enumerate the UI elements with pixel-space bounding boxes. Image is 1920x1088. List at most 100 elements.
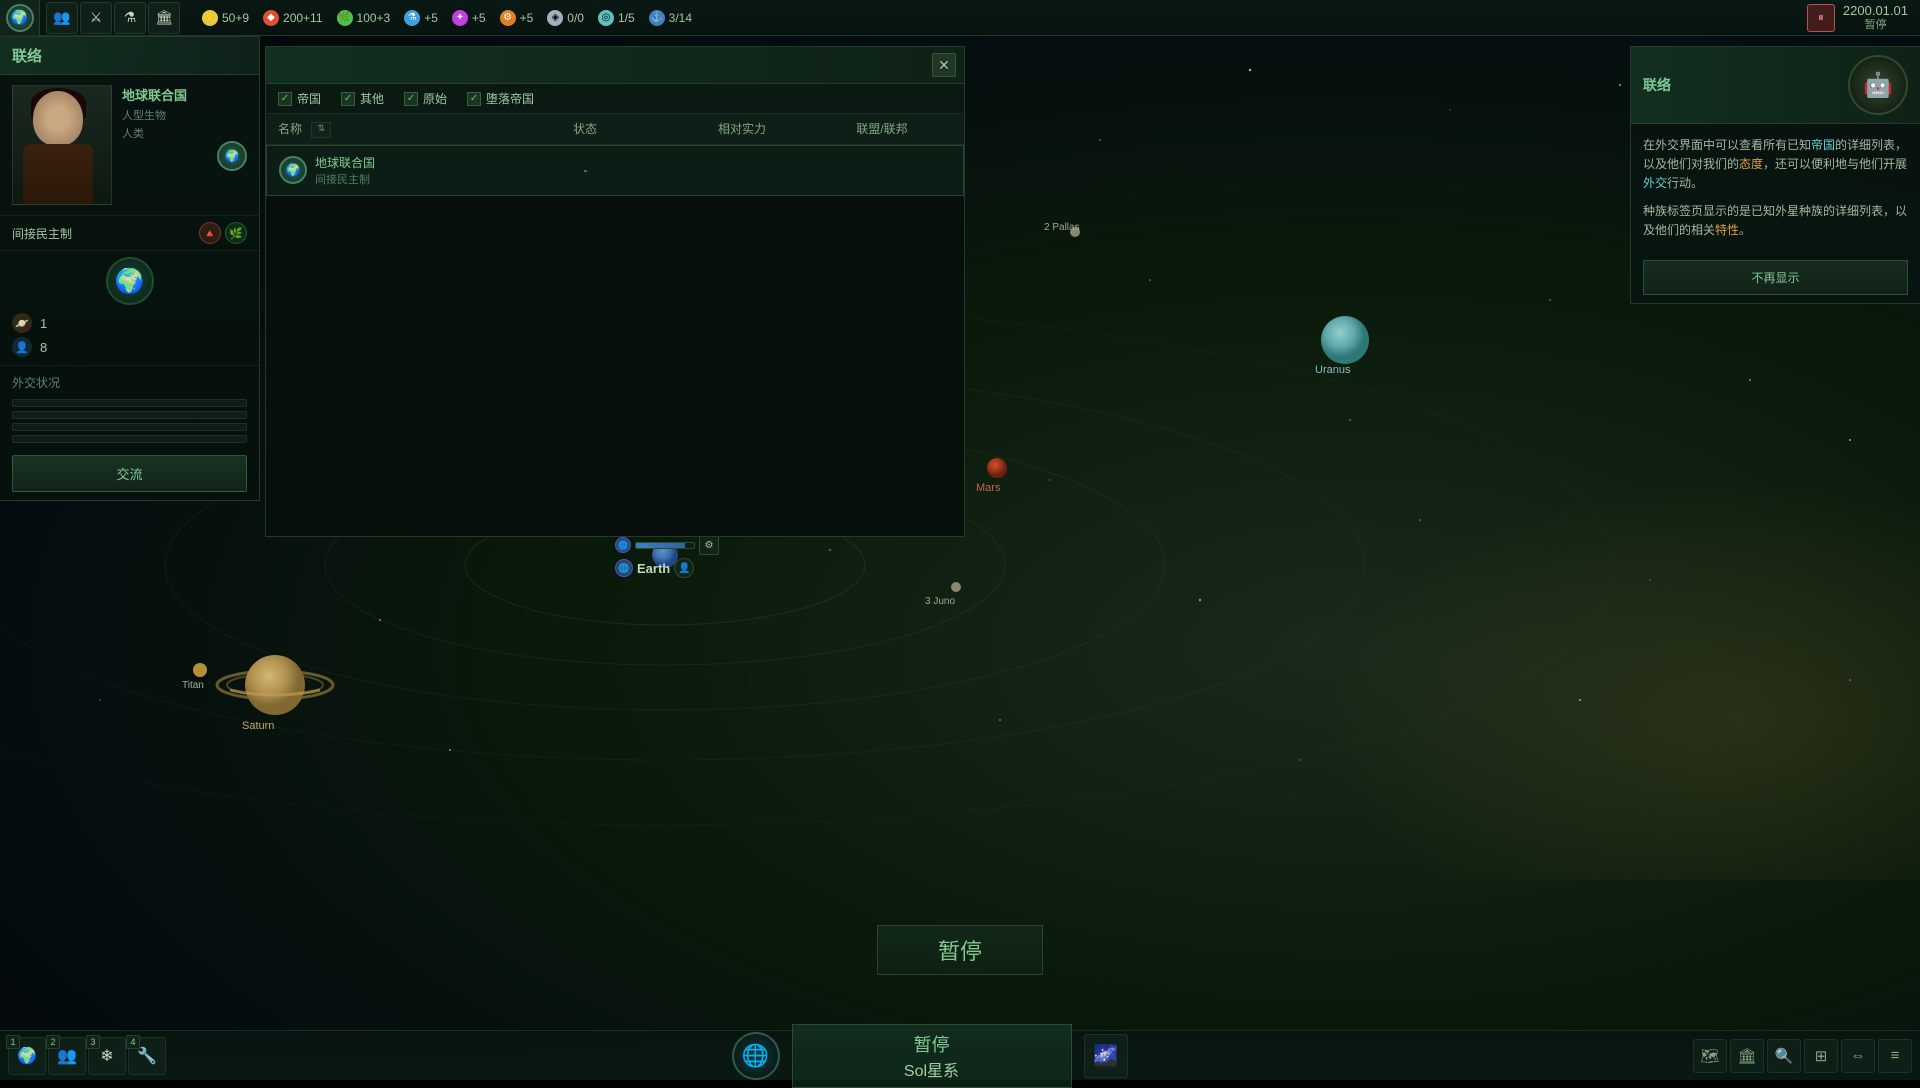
fleet-icon: ⚓ xyxy=(649,10,665,26)
filter-fallen[interactable]: 堕落帝国 xyxy=(467,90,534,107)
tab-badge-4: 4 xyxy=(126,1035,140,1049)
close-button[interactable]: ✕ xyxy=(932,53,956,77)
science-value: +5 xyxy=(424,11,438,25)
icon-technology[interactable]: ⚗ xyxy=(114,2,146,34)
government-section: 间接民主制 🔺 🌿 xyxy=(0,216,259,251)
minerals-resource: ◆ 200+11 xyxy=(263,10,323,26)
system-name: Sol星系 xyxy=(904,1063,959,1080)
row-gov-name: 间接民主制 xyxy=(315,171,500,187)
no-show-button[interactable]: 不再显示 xyxy=(1643,260,1908,295)
influence-resource: ✦ +5 xyxy=(452,10,486,26)
alloys-icon: ◈ xyxy=(547,10,563,26)
filter-other[interactable]: 其他 xyxy=(341,90,384,107)
arrows-icon-button[interactable]: ⇔ xyxy=(1841,1039,1875,1073)
stat-planets: 🪐 1 xyxy=(12,311,247,335)
tab-button-3[interactable]: ❄ 3 xyxy=(88,1037,126,1075)
diplomacy-panel: ✕ 帝国 其他 原始 堕落帝国 名称 ⇅ 状态 相对实力 联盟/联邦 🌍 xyxy=(265,46,965,537)
empire-avatar xyxy=(12,85,112,205)
filter-bar: 帝国 其他 原始 堕落帝国 xyxy=(266,84,964,114)
tab-button-2[interactable]: 👥 2 xyxy=(48,1037,86,1075)
col-alliance: 联盟/联邦 xyxy=(812,120,952,138)
empire-flag-small[interactable]: 🌍 xyxy=(217,141,247,171)
icon-military[interactable]: ⚔ xyxy=(80,2,112,34)
science-icon: ⚗ xyxy=(404,10,420,26)
exchange-button[interactable]: 交流 xyxy=(12,455,247,492)
unity-icon: ⚙ xyxy=(500,10,516,26)
filter-other-checkbox[interactable] xyxy=(341,92,355,106)
tab-badge-3: 3 xyxy=(86,1035,100,1049)
planets-count: 1 xyxy=(40,316,47,331)
dip-bar-1 xyxy=(12,399,247,407)
food-value: 100+3 xyxy=(357,11,391,25)
system-globe-button[interactable]: 🌐 xyxy=(732,1032,780,1080)
filter-empire[interactable]: 帝国 xyxy=(278,90,321,107)
bottom-right-icons: 🗺 🏛 🔍 ⊞ ⇔ ≡ xyxy=(1685,1039,1920,1073)
top-bar-right: ⏸ 2200.01.01 暂停 xyxy=(1795,3,1920,32)
planet-label-juno: 3 Juno xyxy=(925,594,955,607)
right-info-panel: 联络 🤖 在外交界面中可以查看所有已知帝国的详细列表，以及他们对我们的态度，还可… xyxy=(1630,46,1920,304)
tab-button-1[interactable]: 🌍 1 xyxy=(8,1037,46,1075)
unity-value: +5 xyxy=(520,11,534,25)
planet-label-saturn: Saturn xyxy=(242,718,274,732)
zoom-icon-button[interactable]: 🔍 xyxy=(1767,1039,1801,1073)
earth-label[interactable]: Earth xyxy=(637,561,670,576)
planet-icon: 🪐 xyxy=(12,313,32,333)
info-avatar: 🤖 xyxy=(1848,55,1908,115)
pause-overlay: 暂停 xyxy=(877,925,1043,975)
empire-globe-icon: 🌍 xyxy=(106,257,154,305)
menu-icon-button[interactable]: ≡ xyxy=(1878,1039,1912,1073)
panel-header-diplomacy: 联络 xyxy=(0,37,259,75)
empire-flag-button[interactable]: 🌍 xyxy=(0,0,40,36)
pause-text: 暂停 xyxy=(938,939,982,964)
left-panel: 联络 地球联合国 人型生物 人类 🌍 间接民主制 🔺 🌿 🌍 🪐 xyxy=(0,36,260,501)
highlight-empire: 帝国 xyxy=(1811,138,1835,152)
alloys-resource: ◈ 0/0 xyxy=(547,10,584,26)
dip-bar-4 xyxy=(12,435,247,443)
influence-value: +5 xyxy=(472,11,486,25)
highlight-traits: 特性 xyxy=(1715,223,1739,237)
empire-row-0[interactable]: 🌍 地球联合国 间接民主制 - xyxy=(266,145,964,196)
resource-bar: ⚡ 50+9 ◆ 200+11 🌿 100+3 ⚗ +5 ✦ +5 ⚙ +5 ◈… xyxy=(186,10,1795,26)
row-empire-name: 地球联合国 xyxy=(315,154,500,171)
col-name: 名称 ⇅ xyxy=(278,120,498,138)
empire-icon-button[interactable]: 🏛 xyxy=(1730,1039,1764,1073)
energy-icon: ⚡ xyxy=(202,10,218,26)
food-resource: 🌿 100+3 xyxy=(337,10,391,26)
highlight-diplomacy: 外交 xyxy=(1643,176,1667,190)
tab-button-4[interactable]: 🔧 4 xyxy=(128,1037,166,1075)
gov-icon-red[interactable]: 🔺 xyxy=(199,222,221,244)
planet-label-uranus: Uranus xyxy=(1315,362,1350,376)
empire-info: 地球联合国 人型生物 人类 🌍 xyxy=(122,85,247,171)
layout-icon-button[interactable]: ⊞ xyxy=(1804,1039,1838,1073)
icon-population[interactable]: 👥 xyxy=(46,2,78,34)
filter-primitive-checkbox[interactable] xyxy=(404,92,418,106)
energy-value: 50+9 xyxy=(222,11,249,25)
sort-icon[interactable]: ⇅ xyxy=(311,122,331,138)
tab-badge-2: 2 xyxy=(46,1035,60,1049)
planet-label-titan: Titan xyxy=(182,678,204,691)
diplomacy-title: 外交状况 xyxy=(12,374,247,391)
map-icon-button[interactable]: 🗺 xyxy=(1693,1039,1727,1073)
dip-bar-3 xyxy=(12,423,247,431)
dip-panel-header: ✕ xyxy=(266,47,964,84)
filter-fallen-checkbox[interactable] xyxy=(467,92,481,106)
col-status: 状态 xyxy=(498,120,672,138)
planet-label-mars: Mars xyxy=(976,480,1000,494)
gov-icon-green[interactable]: 🌿 xyxy=(225,222,247,244)
science-resource: ⚗ +5 xyxy=(404,10,438,26)
filter-primitive[interactable]: 原始 xyxy=(404,90,447,107)
influence-icon: ✦ xyxy=(452,10,468,26)
table-header: 名称 ⇅ 状态 相对实力 联盟/联邦 xyxy=(266,114,964,145)
filter-empire-checkbox[interactable] xyxy=(278,92,292,106)
stats-section: 🌍 🪐 1 👤 8 xyxy=(0,251,259,366)
col-power: 相对实力 xyxy=(672,120,812,138)
unity-resource: ⚙ +5 xyxy=(500,10,534,26)
avatar-body xyxy=(23,144,93,204)
icon-empire[interactable]: 🏛 xyxy=(148,2,180,34)
pause-button[interactable]: ⏸ xyxy=(1807,4,1835,32)
government-icons: 🔺 🌿 xyxy=(199,222,247,244)
row-status: - xyxy=(500,163,671,177)
minerals-value: 200+11 xyxy=(283,11,323,25)
galaxy-view-button[interactable]: 🌌 xyxy=(1084,1034,1128,1078)
diplomacy-section: 外交状况 交流 xyxy=(0,366,259,500)
